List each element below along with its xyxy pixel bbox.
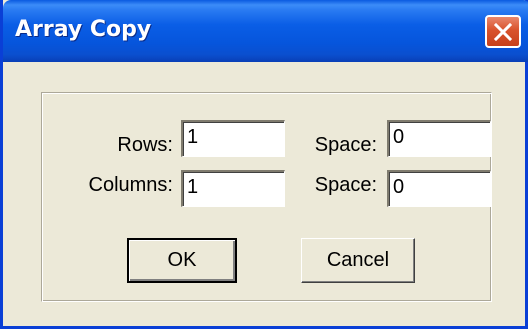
array-copy-dialog: Array Copy Rows: 1 Space: 0 Columns: 1 S… (0, 0, 528, 329)
columns-label: Columns: (88, 174, 173, 196)
rows-space-input[interactable]: 0 (387, 120, 491, 157)
rows-label: Rows: (117, 134, 173, 156)
cancel-button[interactable]: Cancel (301, 238, 415, 283)
columns-input[interactable]: 1 (181, 170, 285, 207)
rows-input[interactable]: 1 (181, 120, 285, 157)
title-bar[interactable]: Array Copy (3, 0, 528, 62)
rows-space-label: Space: (314, 134, 377, 156)
columns-space-input[interactable]: 0 (387, 170, 491, 207)
window-title: Array Copy (15, 17, 152, 42)
close-x-icon (494, 23, 512, 41)
columns-space-label: Space: (314, 174, 377, 196)
close-button[interactable] (485, 15, 521, 48)
ok-button[interactable]: OK (127, 238, 237, 283)
